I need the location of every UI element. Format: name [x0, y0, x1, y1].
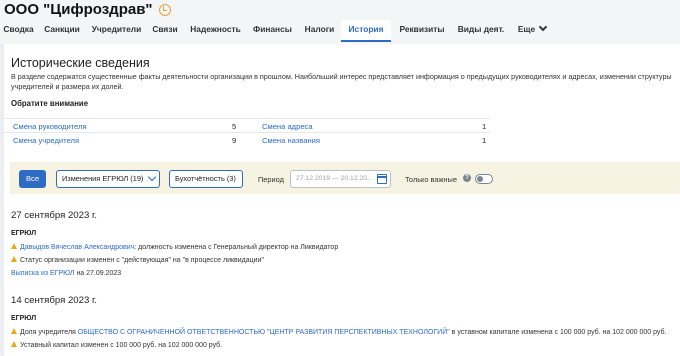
stat-row: Смена руководителя 5 Смена адреса 1	[4, 118, 490, 132]
tab-requisites[interactable]: Реквизиты	[391, 20, 453, 42]
period-input[interactable]: 27.12.2019 — 20.12.20...	[290, 170, 391, 188]
event-item: Давыдов Вячеслав Александрович: должност…	[11, 243, 338, 251]
event-date: 14 сентября 2023 г.	[11, 295, 97, 306]
stat-link-name-change[interactable]: Смена названия	[262, 136, 320, 145]
person-link[interactable]: Давыдов Вячеслав Александрович	[20, 244, 134, 251]
egrul-select-value: Изменения ЕГРЮЛ (19)	[62, 174, 144, 183]
company-name: ООО "Цифроздрав"	[4, 1, 153, 18]
stat-link-manager-change[interactable]: Смена руководителя	[13, 122, 87, 131]
accounting-filter-label: Бухотчётность (3)	[175, 174, 236, 183]
tab-summary[interactable]: Сводка	[0, 20, 37, 42]
tab-history[interactable]: История	[341, 20, 391, 42]
tab-sanctions[interactable]: Санкции	[37, 20, 87, 42]
section-intro: В разделе содержатся существенные факты …	[11, 72, 672, 91]
filter-bar: Все Изменения ЕГРЮЛ (19) Бухотчётность (…	[10, 162, 680, 194]
pending-icon[interactable]	[158, 3, 171, 16]
stat-link-founder-change[interactable]: Смена учредителя	[13, 136, 79, 145]
extract-line: Выписка из ЕГРЮЛ на 27.09.2023	[11, 270, 122, 277]
tab-more[interactable]: Еще	[509, 20, 555, 42]
accounting-filter-button[interactable]: Бухотчётность (3)	[169, 170, 243, 188]
tab-finances[interactable]: Финансы	[247, 20, 298, 42]
company-title: ООО "Цифроздрав"	[4, 1, 171, 18]
stat-count: 1	[482, 122, 487, 131]
warning-icon	[11, 328, 17, 334]
warning-icon	[11, 243, 17, 249]
important-only-label: Только важные	[405, 175, 457, 184]
tab-bar: Сводка Санкции Учредители Связи Надежнос…	[0, 20, 555, 42]
tab-activities[interactable]: Виды деят.	[453, 20, 509, 42]
tab-taxes[interactable]: Налоги	[298, 20, 341, 42]
attention-heading: Обратите внимание	[11, 99, 89, 108]
event-date: 27 сентября 2023 г.	[11, 210, 97, 221]
all-filter-button[interactable]: Все	[19, 170, 46, 188]
egrul-changes-select[interactable]: Изменения ЕГРЮЛ (19)	[56, 170, 160, 188]
company-header: ООО "Цифроздрав" Сводка Санкции Учредите…	[0, 0, 680, 44]
stat-count: 9	[232, 136, 237, 145]
event-source: ЕГРЮЛ	[11, 315, 37, 322]
stat-link-address-change[interactable]: Смена адреса	[262, 122, 313, 131]
warning-icon	[11, 341, 17, 347]
important-only-toggle[interactable]	[475, 174, 493, 184]
section-title: Исторические сведения	[11, 56, 150, 70]
founder-company-link[interactable]: ОБЩЕСТВО С ОГРАНИЧЕННОЙ ОТВЕТСТВЕННОСТЬЮ…	[78, 329, 450, 336]
event-item: Доля учредителя ОБЩЕСТВО С ОГРАНИЧЕННОЙ …	[11, 328, 666, 336]
stat-row: Смена учредителя 9 Смена названия 1	[4, 132, 490, 146]
chevron-down-icon	[147, 172, 157, 182]
period-placeholder: 27.12.2019 — 20.12.20...	[296, 175, 373, 182]
tab-founders[interactable]: Учредители	[87, 20, 146, 42]
event-source: ЕГРЮЛ	[11, 230, 37, 237]
tab-links[interactable]: Связи	[146, 20, 184, 42]
calendar-icon[interactable]	[377, 174, 387, 184]
history-panel: Исторические сведения В разделе содержат…	[4, 44, 680, 356]
chevron-down-icon	[538, 22, 548, 32]
tab-reliability[interactable]: Надежность	[184, 20, 247, 42]
period-label: Период	[258, 175, 284, 184]
warning-icon	[11, 256, 17, 262]
stat-count: 1	[482, 136, 487, 145]
help-icon[interactable]: ?	[463, 174, 471, 182]
event-item: Уставный капитал изменен с 100 000 руб. …	[11, 341, 222, 349]
stat-count: 5	[232, 122, 237, 131]
egrul-extract-link[interactable]: Выписка из ЕГРЮЛ	[11, 270, 75, 277]
event-item: Статус организации изменен с "действующа…	[11, 256, 264, 264]
